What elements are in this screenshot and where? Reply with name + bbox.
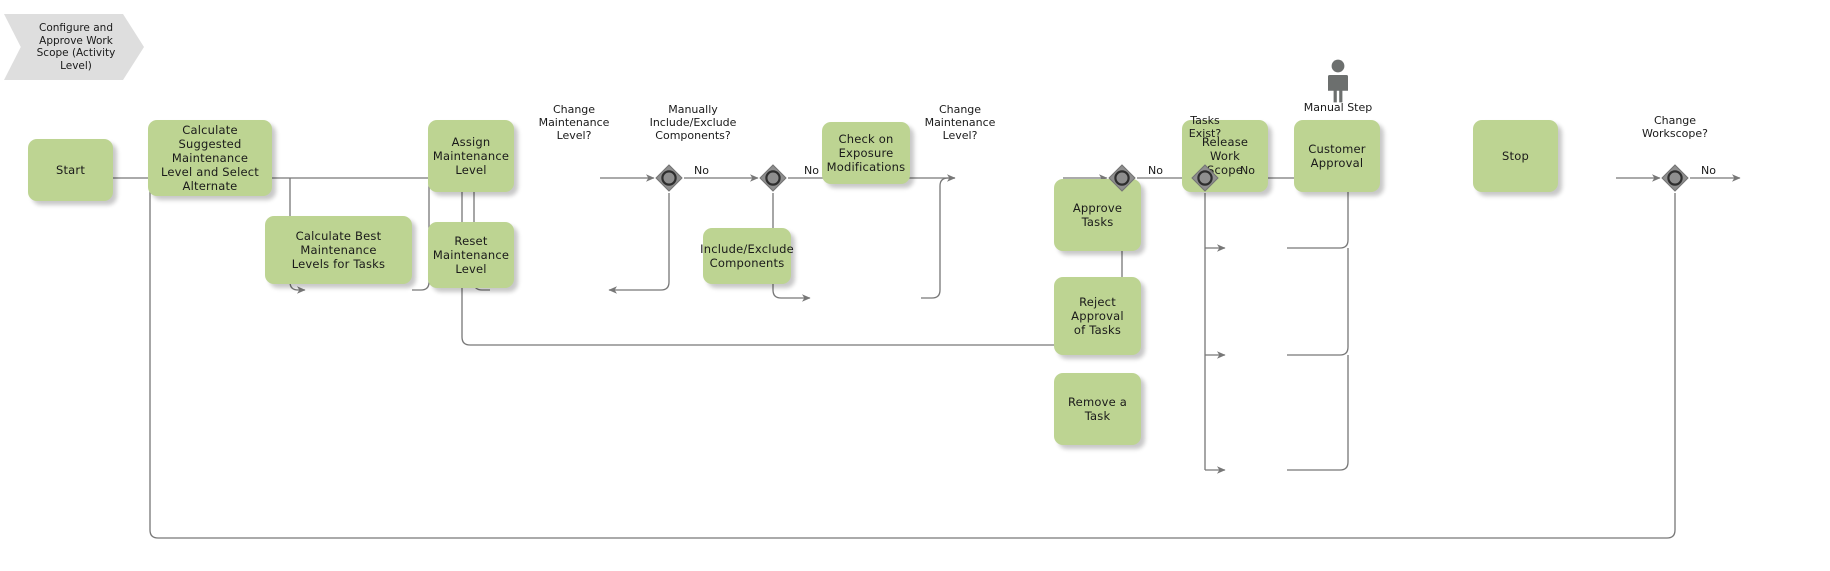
gateway-tasks-exist[interactable]	[1190, 163, 1220, 193]
task-assign-maintenance-level-label: Assign Maintenance Level	[432, 135, 510, 177]
task-reject-approval-of-tasks-label: Reject Approval of Tasks	[1071, 295, 1124, 337]
task-stop-label: Stop	[1502, 149, 1529, 163]
task-calculate-best-maintenance-levels-label: Calculate Best Maintenance Levels for Ta…	[291, 229, 386, 271]
task-customer-approval[interactable]: Customer Approval	[1294, 120, 1380, 192]
task-calculate-best-maintenance-levels[interactable]: Calculate Best Maintenance Levels for Ta…	[265, 216, 412, 284]
flow-label-no-2: No	[804, 164, 819, 177]
task-reset-maintenance-level-label: Reset Maintenance Level	[432, 234, 510, 276]
manual-step-label: Manual Step	[1303, 101, 1373, 114]
task-calculate-suggested-maintenance-level-label: Calculate Suggested Maintenance Level an…	[161, 123, 259, 193]
lane-banner: Configure and Approve Work Scope (Activi…	[4, 14, 144, 80]
task-reset-maintenance-level[interactable]: Reset Maintenance Level	[428, 222, 514, 288]
flow-gw1-to-reset	[608, 193, 670, 294]
flow-label-no-3: No	[1148, 164, 1163, 177]
flow-label-no-1: No	[694, 164, 709, 177]
gateway-change-workscope[interactable]	[1660, 163, 1690, 193]
task-assign-maintenance-level[interactable]: Assign Maintenance Level	[428, 120, 514, 192]
flow-includeexclude-merge	[921, 177, 955, 299]
task-calculate-suggested-maintenance-level[interactable]: Calculate Suggested Maintenance Level an…	[148, 120, 272, 196]
gateway-manually-include-exclude-components-label: Manually Include/Exclude Components?	[649, 103, 737, 142]
task-start-label: Start	[55, 163, 86, 177]
flow-calc-best-merge	[412, 178, 430, 291]
task-include-exclude-components[interactable]: Include/Exclude Components	[700, 228, 794, 284]
task-remove-a-task-label: Remove a Task	[1068, 395, 1127, 423]
flow-reject-merge	[1287, 248, 1349, 356]
gateway-change-maintenance-level-2-label: Change Maintenance Level?	[924, 103, 996, 142]
gateway-manually-include-exclude-components[interactable]	[758, 163, 788, 193]
task-remove-a-task[interactable]: Remove a Task	[1054, 373, 1141, 445]
flow-label-no-4: No	[1240, 164, 1255, 177]
task-include-exclude-components-label: Include/Exclude Components	[700, 242, 794, 270]
task-reject-approval-of-tasks[interactable]: Reject Approval of Tasks	[1054, 277, 1141, 355]
task-check-on-exposure-modifications-label: Check on Exposure Modifications	[826, 132, 906, 174]
flow-label-no-5: No	[1701, 164, 1716, 177]
task-start[interactable]: Start	[28, 139, 113, 201]
gateway-change-maintenance-level-1[interactable]	[654, 163, 684, 193]
lane-banner-label: Configure and Approve Work Scope (Activi…	[36, 22, 116, 72]
gateway-change-maintenance-level-2[interactable]	[1107, 163, 1137, 193]
task-stop[interactable]: Stop	[1473, 120, 1558, 192]
task-approve-tasks-label: Approve Tasks	[1072, 201, 1123, 229]
gateway-tasks-exist-label: Tasks Exist?	[1188, 114, 1222, 140]
connector-layer	[113, 174, 1741, 539]
person-icon	[1328, 59, 1348, 103]
flow-remove-merge	[1287, 355, 1349, 471]
gateway-change-workscope-label: Change Workscope?	[1642, 114, 1708, 140]
task-customer-approval-label: Customer Approval	[1308, 142, 1366, 170]
task-check-on-exposure-modifications[interactable]: Check on Exposure Modifications	[822, 122, 910, 184]
flowchart-canvas: Configure and Approve Work Scope (Activi…	[0, 0, 1830, 571]
